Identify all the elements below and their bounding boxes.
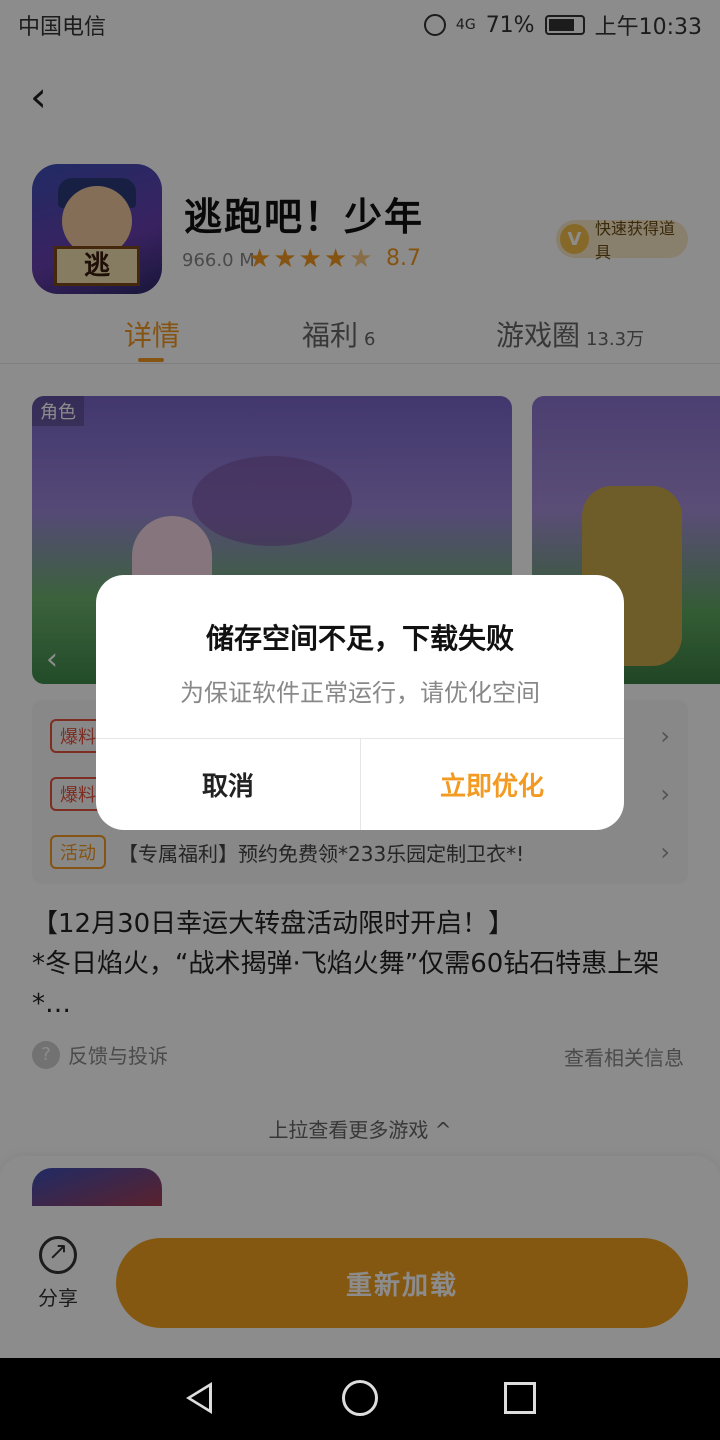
error-dialog: 储存空间不足，下载失败 为保证软件正常运行，请优化空间 取消 立即优化	[96, 575, 624, 830]
dialog-message: 为保证软件正常运行，请优化空间	[180, 679, 540, 707]
system-nav-bar	[0, 1358, 720, 1440]
dialog-title: 储存空间不足，下载失败	[205, 622, 514, 655]
optimize-button[interactable]: 立即优化	[360, 739, 624, 830]
nav-back-icon[interactable]	[186, 1382, 212, 1414]
cancel-button[interactable]: 取消	[96, 739, 360, 830]
nav-home-icon[interactable]	[342, 1380, 378, 1416]
nav-recents-icon[interactable]	[504, 1382, 536, 1414]
